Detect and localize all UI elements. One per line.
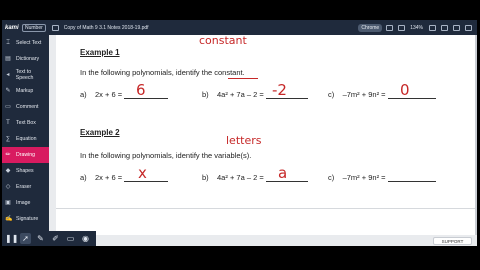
app-logo: kami xyxy=(5,24,19,31)
pause-icon[interactable]: ❚❚ xyxy=(5,233,18,244)
share-icon[interactable] xyxy=(386,24,394,31)
problem-2c: c) –7m² + 9n² = xyxy=(328,173,436,182)
problem-expression: –7m² + 9n² = xyxy=(342,90,386,99)
sidebar-item-markup[interactable]: ✎ Markup xyxy=(2,83,49,99)
sidebar: ⌶ Select Text ▤ Dictionary ◂ Text to Speech… xyxy=(2,35,49,235)
answer-blank xyxy=(387,173,436,182)
problem-1c: c) –7m² + 9n² = xyxy=(328,90,436,99)
sidebar-item-label: Text to Speech xyxy=(15,69,34,81)
sidebar-item-select-text[interactable]: ⌶ Select Text xyxy=(2,35,49,51)
answer-blank xyxy=(124,90,169,99)
answer-blank xyxy=(387,90,436,99)
page-divider xyxy=(56,208,475,209)
zoom-in-icon[interactable] xyxy=(429,24,436,31)
print-icon[interactable] xyxy=(441,24,448,31)
menu-icon[interactable] xyxy=(465,24,472,31)
drawing-toolbar: ❚❚ ➚ ✎ ✐ ▭ ◉ xyxy=(2,231,96,246)
sidebar-item-label: Text Box xyxy=(16,120,36,126)
sidebar-item-label: Markup xyxy=(16,88,34,94)
sidebar-item-equation[interactable]: ∑ Equation xyxy=(2,131,49,147)
problem-expression: 2x + 6 = xyxy=(95,173,123,182)
sidebar-item-label: Shapes xyxy=(16,168,34,174)
book-icon: ▤ xyxy=(5,56,11,62)
comment-icon: ▭ xyxy=(5,104,11,110)
problem-expression: –7m² + 9n² = xyxy=(342,173,386,182)
zoom-level[interactable]: 134% xyxy=(410,25,423,31)
sidebar-item-signature[interactable]: ✍ Signature xyxy=(2,211,49,227)
image-icon: ▣ xyxy=(5,200,11,206)
textbox-icon: T xyxy=(6,120,10,126)
support-label: SUPPORT xyxy=(441,238,464,244)
example-2-title: Example 2 xyxy=(80,128,120,137)
problem-2b: b) 4a² + 7a – 2 = xyxy=(202,173,308,182)
answer-2b: a xyxy=(278,164,288,182)
top-toolbar: kami Number Copy of Math 9 3.1 Notes 201… xyxy=(2,20,477,35)
signature-icon: ✍ xyxy=(5,216,13,222)
app-frame: kami Number Copy of Math 9 3.1 Notes 201… xyxy=(0,0,480,270)
answer-1c: 0 xyxy=(400,81,410,99)
sidebar-item-image[interactable]: ▣ Image xyxy=(2,195,49,211)
annotation-constant: constant xyxy=(199,35,247,47)
speaker-icon: ◂ xyxy=(6,72,10,78)
problem-expression: 4a² + 7a – 2 = xyxy=(217,90,264,99)
annotation-letters: letters xyxy=(226,134,262,147)
sidebar-item-text-to-speech[interactable]: ◂ Text to Speech xyxy=(2,67,49,83)
zoom-out-icon[interactable] xyxy=(398,24,406,31)
problem-letter: b) xyxy=(202,90,209,99)
answer-2a: x xyxy=(138,164,147,182)
sidebar-item-label: Dictionary xyxy=(16,56,40,62)
problem-expression: 2x + 6 = xyxy=(95,90,123,99)
problem-2a: a) 2x + 6 = xyxy=(80,173,169,182)
document-page[interactable]: Example 1 constant In the following poly… xyxy=(56,35,475,235)
pen-icon[interactable]: ✎ xyxy=(35,233,46,244)
pointer-icon[interactable]: ➚ xyxy=(20,233,31,244)
shapes-icon: ◆ xyxy=(5,168,11,174)
example-1-instruction: In the following polynomials, identify t… xyxy=(80,68,245,77)
toolbar-right: Chrome 134% xyxy=(358,23,477,32)
sidebar-item-label: Select Text xyxy=(16,40,42,46)
problem-1b: b) 4a² + 7a – 2 = xyxy=(202,90,308,99)
file-name: Copy of Math 9 3.1 Notes 2018-19.pdf xyxy=(63,24,149,31)
problem-expression: 4a² + 7a – 2 = xyxy=(217,173,264,182)
folder-icon[interactable] xyxy=(51,24,59,31)
page-gutter xyxy=(49,35,56,235)
sidebar-item-label: Eraser xyxy=(16,184,32,190)
sidebar-item-shapes[interactable]: ◆ Shapes xyxy=(2,163,49,179)
download-icon[interactable] xyxy=(453,24,460,31)
answer-1a: 6 xyxy=(136,81,146,99)
example-2-instruction: In the following polynomials, identify t… xyxy=(80,151,252,160)
answer-1b: -2 xyxy=(272,81,287,99)
camera-icon[interactable]: ◉ xyxy=(80,233,91,244)
equation-icon: ∑ xyxy=(5,136,11,142)
example-1-title: Example 1 xyxy=(80,48,120,57)
eraser-icon: ◇ xyxy=(5,184,11,190)
eraser-icon[interactable]: ▭ xyxy=(65,233,76,244)
chrome-pill[interactable]: Chrome xyxy=(358,23,383,32)
letterbox-bottom xyxy=(0,246,480,270)
sidebar-item-comment[interactable]: ▭ Comment xyxy=(2,99,49,115)
sidebar-item-label: Comment xyxy=(16,104,39,110)
marker-icon[interactable]: ✐ xyxy=(50,233,61,244)
problem-1a: a) 2x + 6 = xyxy=(80,90,169,99)
sidebar-item-label: Signature xyxy=(16,216,39,222)
number-badge[interactable]: Number xyxy=(22,23,46,32)
sidebar-item-dictionary[interactable]: ▤ Dictionary xyxy=(2,51,49,67)
annotation-underline xyxy=(228,78,258,79)
problem-letter: a) xyxy=(80,90,87,99)
sidebar-item-text-box[interactable]: T Text Box xyxy=(2,115,49,131)
highlighter-icon: ✎ xyxy=(5,88,11,94)
sidebar-item-label: Image xyxy=(16,200,31,206)
sidebar-item-eraser[interactable]: ◇ Eraser xyxy=(2,179,49,195)
cursor-text-icon: ⌶ xyxy=(6,40,10,46)
sidebar-item-drawing[interactable]: ✏ Drawing xyxy=(2,147,49,163)
support-button[interactable]: SUPPORT xyxy=(433,237,472,245)
problem-letter: c) xyxy=(328,90,335,99)
sidebar-item-label: Equation xyxy=(16,136,37,142)
problem-letter: c) xyxy=(328,173,335,182)
sidebar-item-label: Drawing xyxy=(16,152,36,158)
pen-icon: ✏ xyxy=(5,152,11,158)
problem-letter: b) xyxy=(202,173,209,182)
problem-letter: a) xyxy=(80,173,87,182)
